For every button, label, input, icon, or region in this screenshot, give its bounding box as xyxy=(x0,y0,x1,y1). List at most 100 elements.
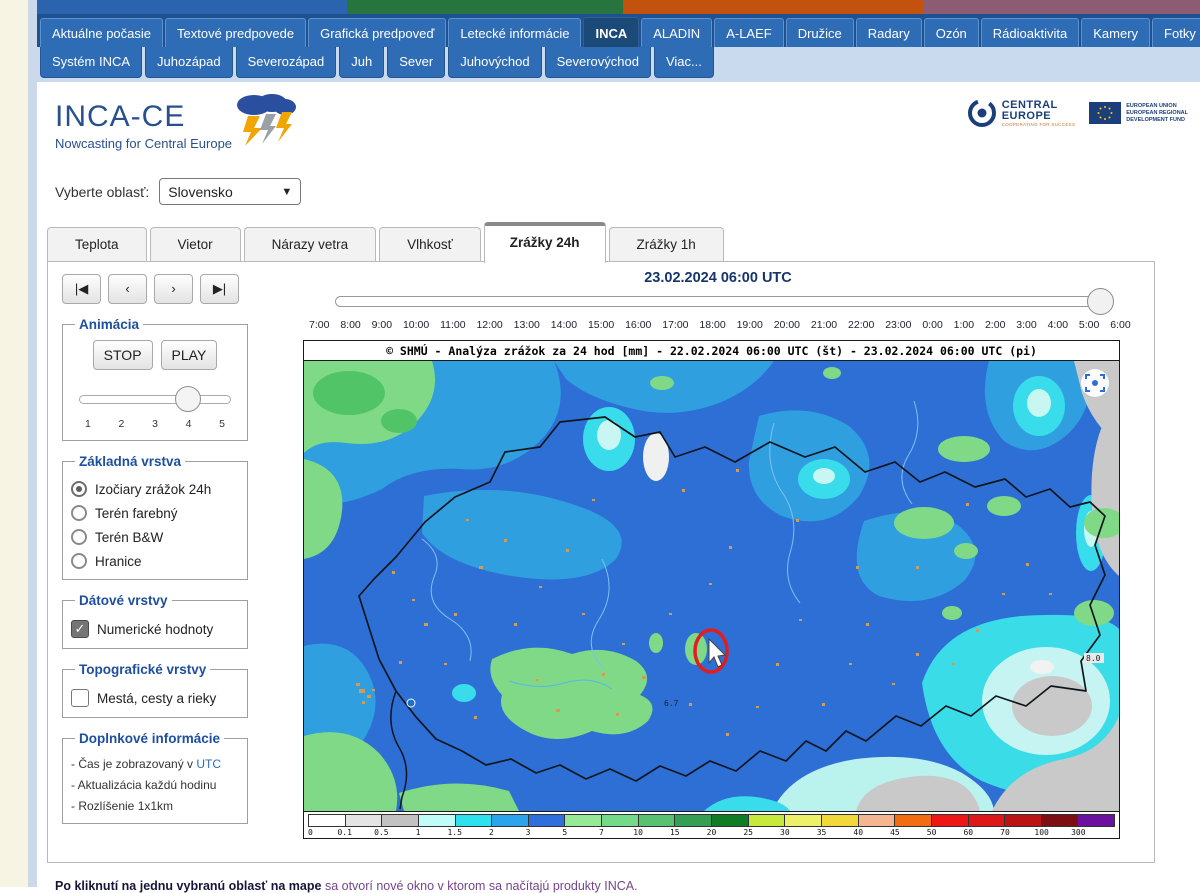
radio-button-icon[interactable] xyxy=(71,481,87,497)
checkbox-icon[interactable]: ✓ xyxy=(71,620,89,638)
scale-label-40: 40 xyxy=(853,828,863,837)
scale-label-45: 45 xyxy=(890,828,900,837)
nav-tab-r-dioaktivita[interactable]: Rádioaktivita xyxy=(981,18,1079,47)
radio-button-icon[interactable] xyxy=(71,505,87,521)
tab-n-razy-vetra[interactable]: Nárazy vetra xyxy=(244,227,377,261)
central-europe-logo: CENTRAL EUROPE COOPERATING FOR SUCCESS xyxy=(967,98,1076,128)
subnav-tab-viac-[interactable]: Viac... xyxy=(654,47,714,78)
first-frame-button[interactable]: |◀ xyxy=(62,274,101,304)
subnav-tab-syst-m-inca[interactable]: Systém INCA xyxy=(40,47,142,78)
timeline-slider-handle[interactable] xyxy=(1087,288,1114,315)
tab-zr-ky-1h[interactable]: Zrážky 1h xyxy=(609,227,724,261)
footer-note-rest: sa otvorí nové okno v ktorom sa načítajú… xyxy=(321,879,637,893)
base-layer-options: Izočiary zrážok 24h Terén farebný Terén B&… xyxy=(71,481,239,569)
speed-slider-handle[interactable] xyxy=(175,386,201,412)
nav-tab-aktu-lne-po-asie[interactable]: Aktuálne počasie xyxy=(40,18,163,47)
nav-tab-textov-predpovede[interactable]: Textové predpovede xyxy=(165,18,306,47)
time-tick-200: 2:00 xyxy=(985,319,1005,331)
last-frame-button[interactable]: ▶| xyxy=(200,274,239,304)
scale-cells xyxy=(308,814,1115,827)
footer-note: Po kliknutí na jednu vybranú oblasť na m… xyxy=(55,879,1200,893)
subnav-tab-juh[interactable]: Juh xyxy=(339,47,384,78)
scale-cell xyxy=(456,815,493,826)
subnav-tab-severov-chod[interactable]: Severovýchod xyxy=(545,47,651,78)
radio-hranice[interactable]: Hranice xyxy=(71,553,239,569)
nav-tab-radary[interactable]: Radary xyxy=(856,18,922,47)
checkbox-mest-cesty-a-rieky[interactable]: Mestá, cesty a rieky xyxy=(71,689,239,707)
next-frame-button[interactable]: › xyxy=(154,274,193,304)
subnav-tab-juhoz-pad[interactable]: Juhozápad xyxy=(145,47,233,78)
utc-link[interactable]: UTC xyxy=(196,757,221,771)
time-tick-000: 0:00 xyxy=(922,319,942,331)
page-left-border xyxy=(28,0,37,887)
nav-tab-inca[interactable]: INCA xyxy=(583,17,639,47)
map-value-label: 6.7 xyxy=(664,699,679,708)
time-tick-1200: 12:00 xyxy=(476,319,502,331)
scale-cell xyxy=(492,815,529,826)
scale-label-0.1: 0.1 xyxy=(337,828,351,837)
ce-tagline: COOPERATING FOR SUCCESS xyxy=(1002,122,1076,127)
scale-label-300: 300 xyxy=(1071,828,1085,837)
nav-tab-grafick-predpove-[interactable]: Grafická predpoveď xyxy=(308,18,446,47)
subnav-tab-severoz-pad[interactable]: Severozápad xyxy=(236,47,337,78)
tab-zr-ky-24h[interactable]: Zrážky 24h xyxy=(484,222,606,263)
subnav-tab-sever[interactable]: Sever xyxy=(387,47,445,78)
data-layers-fieldset: Dátové vrstvy ✓Numerické hodnoty xyxy=(62,593,248,649)
region-select-value: Slovensko xyxy=(168,184,233,200)
scale-cell xyxy=(309,815,346,826)
category-strip-segment-0[interactable] xyxy=(37,0,347,14)
current-time-label: 23.02.2024 06:00 UTC xyxy=(303,270,1133,286)
speed-slider[interactable] xyxy=(79,386,231,412)
checkbox-icon[interactable] xyxy=(71,689,89,707)
time-tick-1800: 18:00 xyxy=(699,319,725,331)
prev-frame-button[interactable]: ‹ xyxy=(108,274,147,304)
nav-tab-oz-n[interactable]: Ozón xyxy=(924,18,979,47)
speed-tick-4: 4 xyxy=(186,418,192,430)
radio-button-icon[interactable] xyxy=(71,529,87,545)
category-strip-segment-1[interactable] xyxy=(347,0,623,14)
timeline-slider[interactable] xyxy=(335,296,1107,307)
tab-vlhkos-[interactable]: Vlhkosť xyxy=(379,227,481,261)
subnav-tab-juhov-chod[interactable]: Juhovýchod xyxy=(448,47,541,78)
scale-label-30: 30 xyxy=(780,828,790,837)
play-button[interactable]: PLAY xyxy=(161,340,218,370)
time-tick-100: 1:00 xyxy=(954,319,974,331)
info-line-2: - Rozlíšenie 1x1km xyxy=(71,799,239,813)
speed-slider-track[interactable] xyxy=(79,395,231,404)
info-line-0: - Čas je zobrazovaný v UTC xyxy=(71,757,239,771)
scale-label-70: 70 xyxy=(1000,828,1010,837)
radio-ter-n-farebn-[interactable]: Terén farebný xyxy=(71,505,239,521)
scale-cell xyxy=(1078,815,1114,826)
radio-ter-n-b-w[interactable]: Terén B&W xyxy=(71,529,239,545)
map-title: © SHMÚ - Analýza zrážok za 24 hod [mm] -… xyxy=(304,341,1119,361)
nav-tab-dru-ice[interactable]: Družice xyxy=(786,18,854,47)
eu-logo: EUROPEAN UNION EUROPEAN REGIONAL DEVELOP… xyxy=(1089,102,1188,124)
nav-tab-fotky[interactable]: Fotky xyxy=(1152,18,1200,47)
radio-izo-iary-zr-ok-24h[interactable]: Izočiary zrážok 24h xyxy=(71,481,239,497)
scale-cell xyxy=(602,815,639,826)
scale-label-15: 15 xyxy=(670,828,680,837)
time-tick-1500: 15:00 xyxy=(588,319,614,331)
tab-vietor[interactable]: Vietor xyxy=(150,227,241,261)
map-focus-icon[interactable] xyxy=(1081,369,1109,397)
storm-cloud-icon xyxy=(224,92,300,148)
data-layer-options: ✓Numerické hodnoty xyxy=(71,620,239,638)
category-strip-segment-3[interactable] xyxy=(923,0,1200,14)
region-select-label: Vyberte oblasť: xyxy=(55,184,149,200)
nav-tab-a-laef[interactable]: A-LAEF xyxy=(714,18,784,47)
stop-button[interactable]: STOP xyxy=(93,340,153,370)
precipitation-map[interactable]: 6.7 8.0 xyxy=(304,361,1119,811)
map-legend: 00.10.511.523571015202530354045506070100… xyxy=(304,811,1119,838)
nav-tab-aladin[interactable]: ALADIN xyxy=(641,18,712,47)
footer-note-bold: Po kliknutí na jednu vybranú oblasť na m… xyxy=(55,879,321,893)
checkbox-numerick-hodnoty[interactable]: ✓Numerické hodnoty xyxy=(71,620,239,638)
radio-button-icon[interactable] xyxy=(71,553,87,569)
region-select[interactable]: Slovensko ▼ xyxy=(159,178,301,205)
scale-cell xyxy=(895,815,932,826)
nav-tab-kamery[interactable]: Kamery xyxy=(1081,18,1150,47)
scale-cell xyxy=(712,815,749,826)
tab-teplota[interactable]: Teplota xyxy=(47,227,147,261)
category-strip-segment-2[interactable] xyxy=(623,0,923,14)
nav-tab-leteck-inform-cie[interactable]: Letecké informácie xyxy=(448,18,581,47)
scale-cell xyxy=(675,815,712,826)
